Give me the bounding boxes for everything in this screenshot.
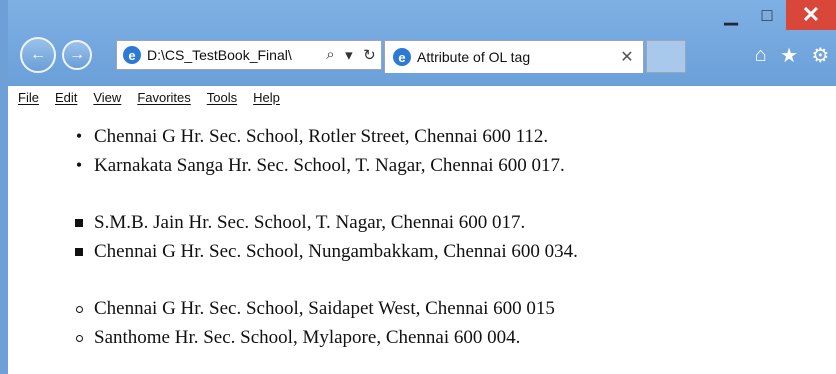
forward-arrow-icon: →: [69, 46, 85, 63]
window-border: [0, 0, 8, 374]
page-content: • Chennai G Hr. Sec. School, Rotler Stree…: [8, 108, 836, 374]
disc-bullet-icon: •: [75, 126, 83, 146]
minimize-button[interactable]: ▁: [716, 0, 746, 30]
menu-help[interactable]: Help: [253, 90, 280, 105]
toolbar-icons: ⌂ ★ ⚙: [748, 40, 836, 70]
disc-bullet-icon: •: [75, 155, 83, 175]
ie-logo-icon: e: [123, 46, 141, 64]
back-arrow-icon: ←: [30, 46, 46, 63]
new-tab-button[interactable]: [646, 40, 686, 73]
list-item: Chennai G Hr. Sec. School, Saidapet West…: [76, 298, 555, 319]
ie-logo-icon: e: [393, 48, 411, 66]
browser-window: ▁ □ ✕ ← → e D:\CS_TestBook_Final\ ⌕ ▾ ↻ …: [0, 0, 836, 374]
refresh-icon[interactable]: ↻: [363, 46, 376, 64]
home-icon[interactable]: ⌂: [755, 44, 767, 67]
disc-list: • Chennai G Hr. Sec. School, Rotler Stree…: [68, 122, 565, 180]
list-item: • Chennai G Hr. Sec. School, Rotler Stree…: [68, 122, 565, 151]
maximize-button[interactable]: □: [752, 0, 782, 30]
address-input[interactable]: D:\CS_TestBook_Final\: [147, 47, 321, 63]
circle-list: Chennai G Hr. Sec. School, Saidapet West…: [68, 294, 555, 352]
settings-gear-icon[interactable]: ⚙: [811, 43, 829, 68]
menu-view[interactable]: View: [93, 90, 121, 105]
list-item: Santhome Hr. Sec. School, Mylapore, Chen…: [76, 327, 521, 348]
menu-edit[interactable]: Edit: [55, 90, 77, 105]
menu-favorites[interactable]: Favorites: [137, 90, 190, 105]
dropdown-icon[interactable]: ▾: [345, 46, 353, 64]
back-button[interactable]: ←: [20, 37, 56, 73]
list-item: • Karnakata Sanga Hr. Sec. School, T. Nag…: [68, 151, 565, 180]
favorites-star-icon[interactable]: ★: [780, 43, 798, 68]
menu-file[interactable]: File: [18, 90, 39, 105]
square-list: S.M.B. Jain Hr. Sec. School, T. Nagar, C…: [68, 208, 578, 266]
search-icon[interactable]: ⌕: [326, 46, 334, 64]
close-button[interactable]: ✕: [786, 0, 836, 30]
tab-title: Attribute of OL tag: [417, 49, 531, 65]
menu-tools[interactable]: Tools: [207, 90, 237, 105]
address-bar[interactable]: e D:\CS_TestBook_Final\ ⌕ ▾ ↻: [116, 40, 382, 70]
list-item: S.M.B. Jain Hr. Sec. School, T. Nagar, C…: [75, 212, 526, 233]
tab-active[interactable]: e Attribute of OL tag ✕: [384, 40, 644, 73]
menu-bar: File Edit View Favorites Tools Help: [8, 86, 836, 108]
forward-button[interactable]: →: [62, 40, 92, 70]
list-item: Chennai G Hr. Sec. School, Nungambakkam,…: [75, 241, 578, 262]
close-tab-icon[interactable]: ✕: [611, 47, 643, 67]
